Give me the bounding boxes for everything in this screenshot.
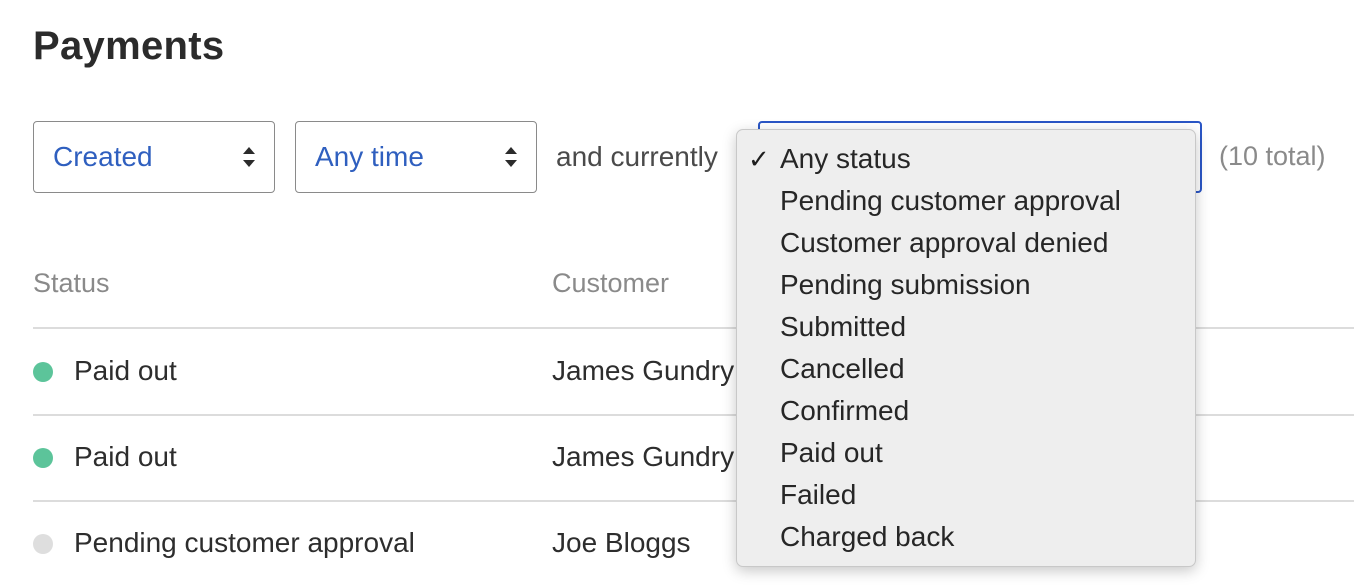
status-option-failed[interactable]: Failed — [737, 474, 1195, 516]
select-arrows-icon — [505, 147, 517, 167]
total-count: (10 total) — [1219, 141, 1326, 171]
status-option-paid-out[interactable]: Paid out — [737, 432, 1195, 474]
status-option-pending-customer-approval[interactable]: Pending customer approval — [737, 180, 1195, 222]
status-dot-icon — [33, 362, 53, 382]
row-customer[interactable]: James Gundry — [552, 355, 734, 387]
status-option-confirmed[interactable]: Confirmed — [737, 390, 1195, 432]
status-option-label: Pending customer approval — [780, 185, 1121, 216]
row-status: Paid out — [74, 441, 177, 472]
row-customer[interactable]: Joe Bloggs — [552, 527, 691, 559]
column-header-customer: Customer — [552, 268, 670, 298]
status-dot-icon — [33, 448, 53, 468]
status-option-label: Confirmed — [780, 395, 910, 426]
status-dropdown-menu[interactable]: ✓ Any status Pending customer approval C… — [736, 129, 1196, 567]
select-arrows-icon — [243, 147, 255, 167]
filter-connector-text: and currently — [556, 141, 718, 172]
row-customer[interactable]: James Gundry — [552, 441, 734, 473]
status-option-label: Submitted — [780, 311, 907, 342]
status-option-label: Paid out — [780, 437, 883, 468]
payments-page: Payments Created Any time and currently … — [0, 0, 1354, 586]
status-option-any-status[interactable]: ✓ Any status — [737, 138, 1195, 180]
status-option-customer-approval-denied[interactable]: Customer approval denied — [737, 222, 1195, 264]
status-option-pending-submission[interactable]: Pending submission — [737, 264, 1195, 306]
page-title: Payments — [33, 24, 225, 68]
status-option-charged-back[interactable]: Charged back — [737, 516, 1195, 558]
status-option-label: Charged back — [780, 521, 955, 552]
status-option-label: Cancelled — [780, 353, 905, 384]
column-header-status: Status — [33, 268, 110, 298]
time-range-select-value: Any time — [315, 141, 424, 172]
checkmark-icon: ✓ — [748, 144, 770, 174]
row-status: Pending customer approval — [74, 527, 415, 558]
time-range-select[interactable]: Any time — [295, 121, 537, 193]
status-option-cancelled[interactable]: Cancelled — [737, 348, 1195, 390]
status-option-label: Pending submission — [780, 269, 1031, 300]
status-option-label: Any status — [780, 143, 911, 174]
status-option-label: Customer approval denied — [780, 227, 1109, 258]
status-dot-icon — [33, 534, 53, 554]
date-field-select[interactable]: Created — [33, 121, 275, 193]
row-status: Paid out — [74, 355, 177, 386]
status-option-label: Failed — [780, 479, 857, 510]
status-option-submitted[interactable]: Submitted — [737, 306, 1195, 348]
date-field-select-value: Created — [53, 141, 153, 172]
